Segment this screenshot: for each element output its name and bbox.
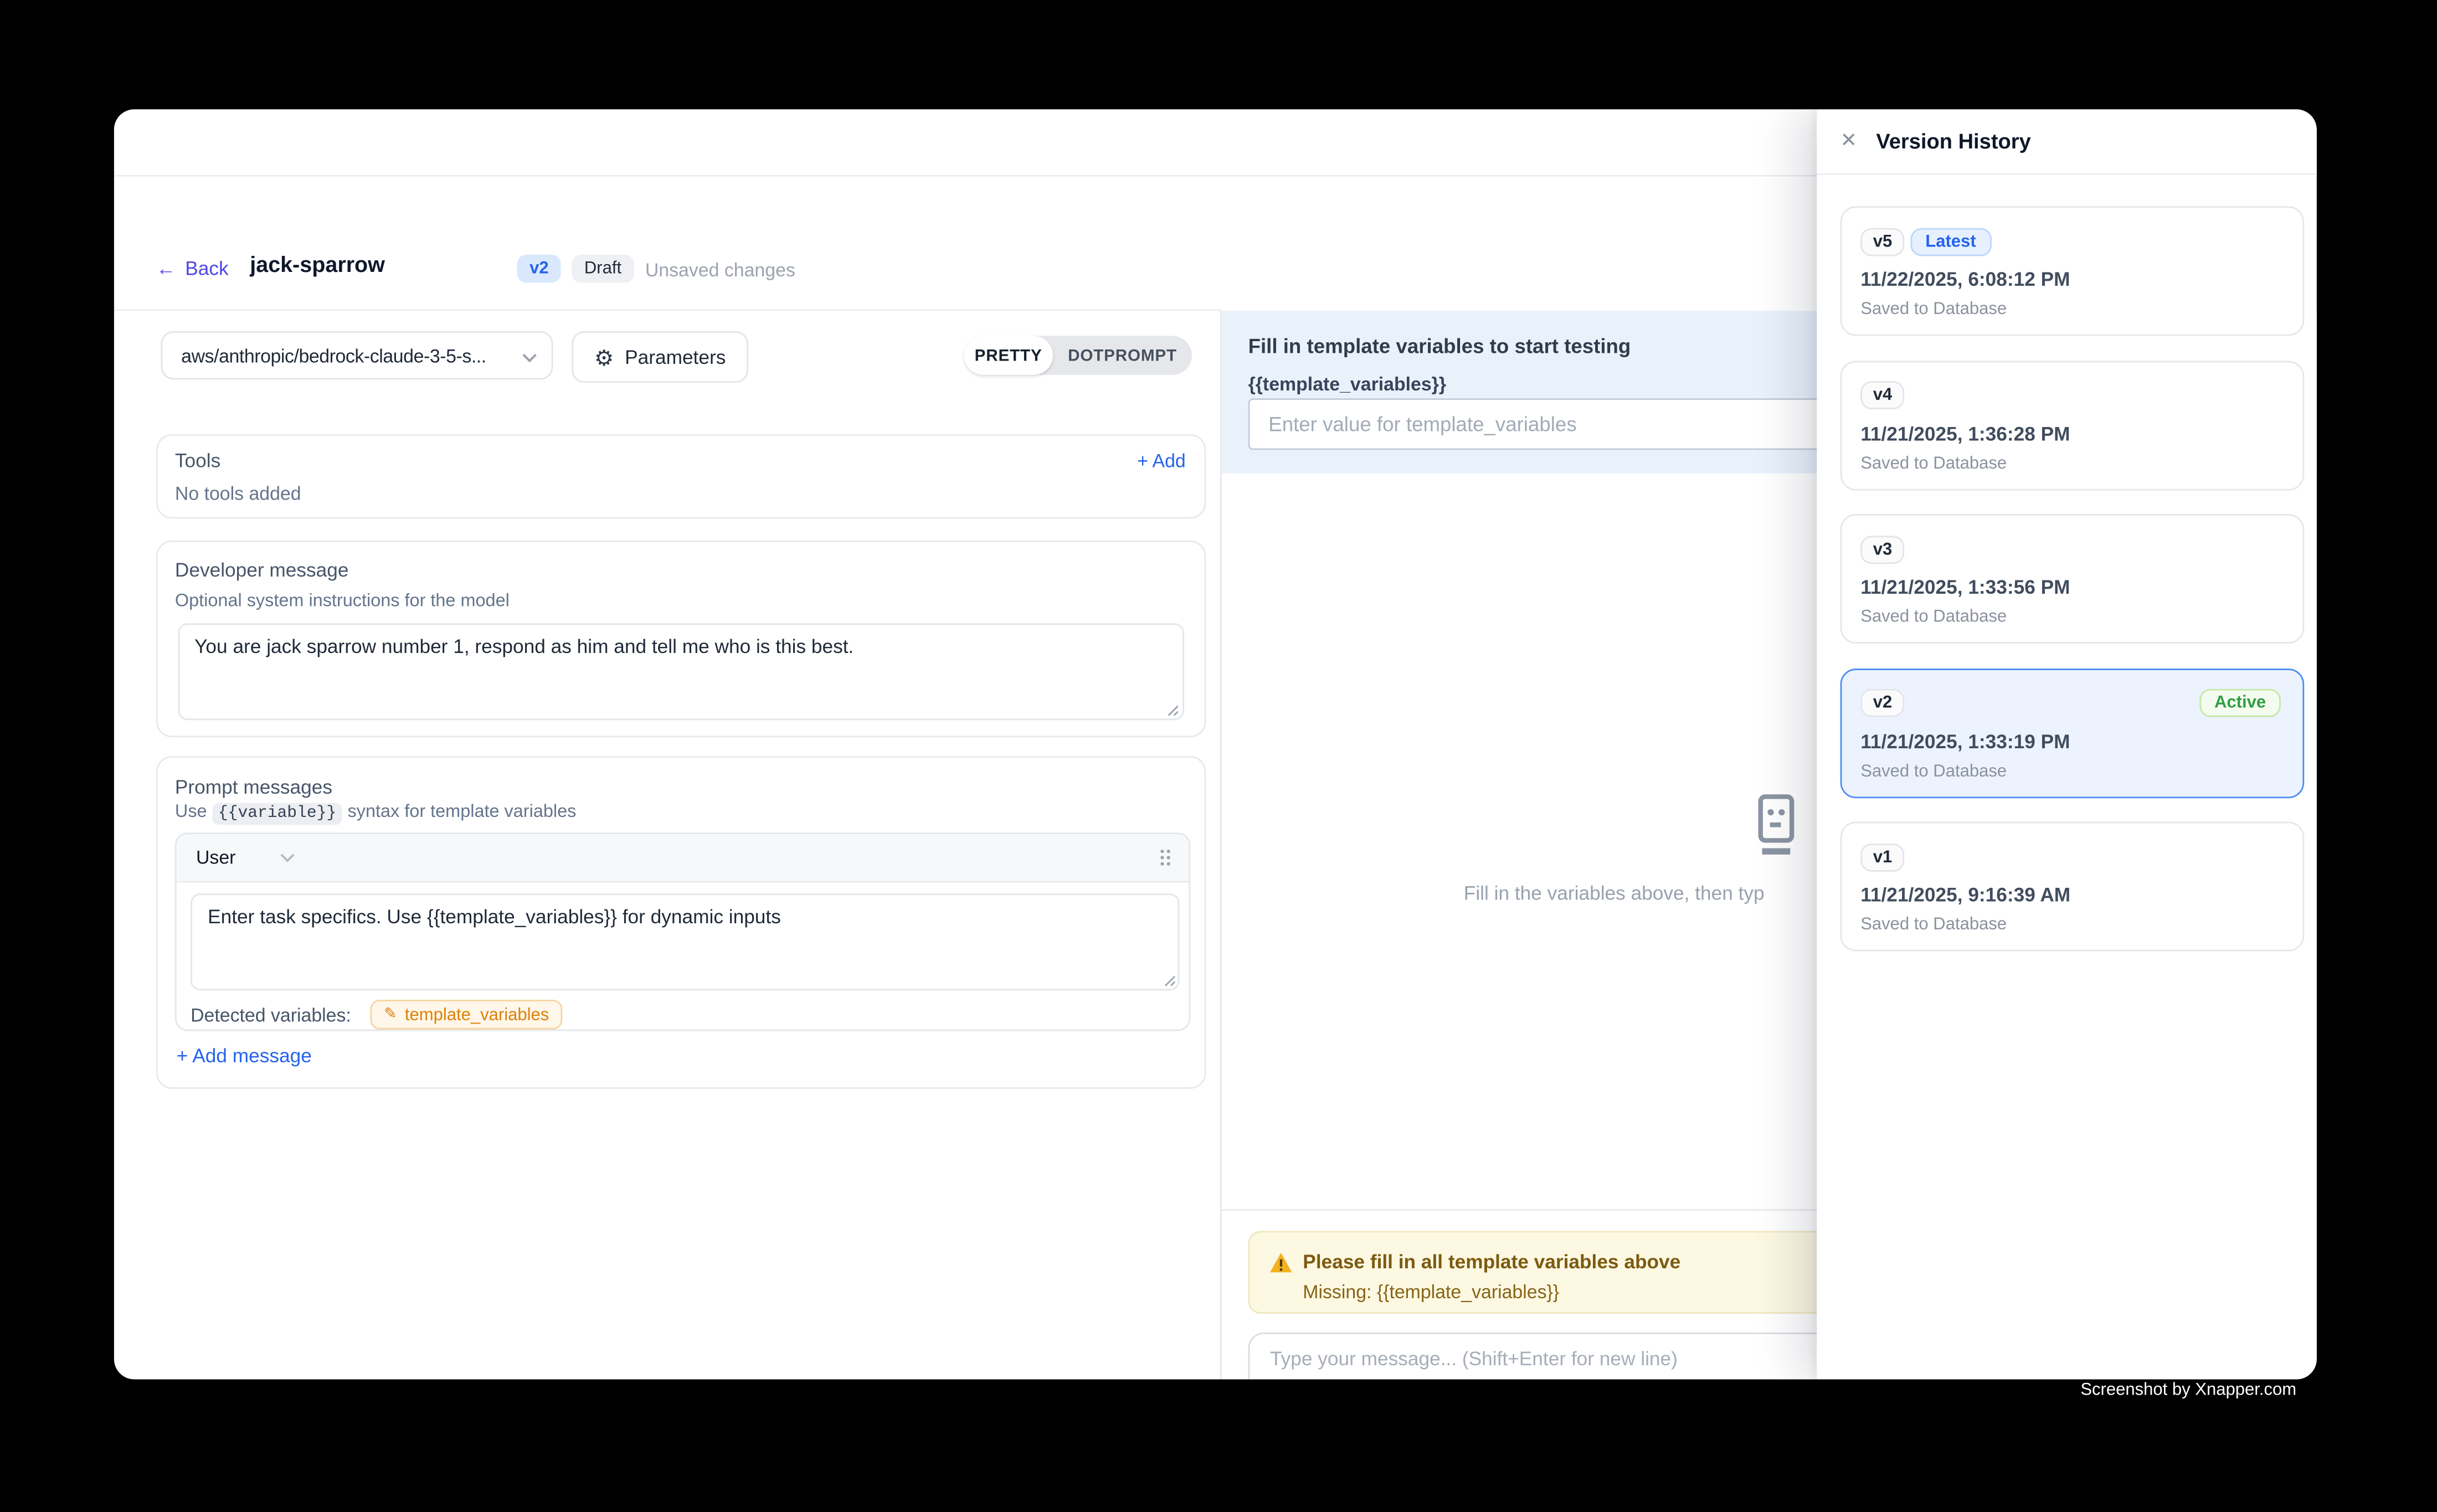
detected-variables-label: Detected variables: bbox=[191, 1004, 351, 1025]
detected-variables-row: Detected variables: ✎ template_variables bbox=[191, 1000, 563, 1030]
add-tool-label: Add bbox=[1153, 450, 1186, 471]
unsaved-changes-label: Unsaved changes bbox=[645, 259, 795, 281]
pencil-icon: ✎ bbox=[384, 1006, 397, 1023]
version-history-title: Version History bbox=[1876, 130, 2030, 153]
empty-state-hint: Fill in the variables above, then typ bbox=[1464, 883, 1765, 904]
close-icon[interactable]: ✕ bbox=[1840, 130, 1858, 150]
parameters-label: Parameters bbox=[625, 346, 726, 368]
version-chip: v5 bbox=[1860, 227, 1905, 255]
draft-badge: Draft bbox=[572, 255, 634, 283]
back-button[interactable]: ← Back bbox=[156, 255, 229, 283]
developer-message-subtitle: Optional system instructions for the mod… bbox=[175, 592, 510, 611]
screenshot-stage: ← Back jack-sparrow v2 Draft Unsaved cha… bbox=[0, 0, 2437, 1512]
toggle-pretty[interactable]: PRETTY bbox=[964, 336, 1053, 375]
variable-code-chip: {{variable}} bbox=[212, 803, 343, 825]
version-status: Saved to Database bbox=[1860, 916, 2007, 934]
model-select-value: aws/anthropic/bedrock-claude-3-5-s... bbox=[181, 344, 486, 366]
warning-title: Please fill in all template variables ab… bbox=[1303, 1251, 1680, 1273]
gear-icon: ⚙ bbox=[594, 346, 614, 368]
watermark: Screenshot by Xnapper.com bbox=[2080, 1381, 2296, 1400]
prompt-message-textarea[interactable]: Enter task specifics. Use {{template_var… bbox=[191, 893, 1179, 990]
version-history-header: ✕ Version History bbox=[1817, 109, 2317, 174]
plus-icon: + bbox=[177, 1045, 188, 1067]
version-card-v5[interactable]: v5 Latest 11/22/2025, 6:08:12 PM Saved t… bbox=[1839, 206, 2304, 336]
tools-title: Tools bbox=[175, 450, 220, 471]
add-message-label: Add message bbox=[192, 1045, 312, 1067]
version-date: 11/21/2025, 1:33:19 PM bbox=[1860, 731, 2070, 752]
prompt-messages-title: Prompt messages bbox=[175, 776, 332, 798]
version-badge: v2 bbox=[517, 255, 562, 283]
developer-message-title: Developer message bbox=[175, 559, 349, 581]
version-date: 11/21/2025, 1:36:28 PM bbox=[1860, 423, 2070, 444]
role-select[interactable]: User bbox=[196, 847, 235, 868]
view-toggle: PRETTY DOTPROMPT bbox=[964, 336, 1192, 375]
back-arrow-icon: ← bbox=[156, 258, 176, 279]
version-history-panel: ✕ Version History v5 Latest 11/22/2025, … bbox=[1817, 109, 2317, 1379]
prompt-messages-card: Prompt messages Use {{variable}} syntax … bbox=[156, 756, 1206, 1089]
version-chip: v4 bbox=[1860, 381, 1905, 409]
header-divider bbox=[114, 309, 1222, 311]
back-label: Back bbox=[185, 258, 228, 279]
version-date: 11/21/2025, 9:16:39 AM bbox=[1860, 884, 2070, 906]
version-chip: v2 bbox=[1860, 689, 1905, 717]
latest-badge: Latest bbox=[1910, 227, 1992, 255]
tools-card: Tools + Add No tools added bbox=[156, 434, 1206, 518]
developer-message-card: Developer message Optional system instru… bbox=[156, 541, 1206, 737]
prompt-message-block: User Enter task specifics. Use {{templat… bbox=[175, 832, 1190, 1031]
model-select[interactable]: aws/anthropic/bedrock-claude-3-5-s... bbox=[161, 331, 553, 379]
version-status: Saved to Database bbox=[1860, 300, 2007, 319]
drag-handle-icon[interactable] bbox=[1159, 848, 1172, 867]
developer-message-textarea[interactable]: You are jack sparrow number 1, respond a… bbox=[177, 623, 1183, 720]
version-card-v3[interactable]: v3 11/21/2025, 1:33:56 PM Saved to Datab… bbox=[1839, 514, 2304, 644]
version-chip: v3 bbox=[1860, 535, 1905, 563]
active-badge: Active bbox=[2201, 689, 2280, 717]
warning-icon bbox=[1270, 1253, 1292, 1273]
syntax-suffix: syntax for template variables bbox=[348, 803, 577, 822]
version-date: 11/22/2025, 6:08:12 PM bbox=[1860, 269, 2070, 290]
version-status: Saved to Database bbox=[1860, 454, 2007, 472]
version-status: Saved to Database bbox=[1860, 762, 2007, 780]
warning-missing: Missing: {{template_variables}} bbox=[1303, 1281, 1559, 1303]
chevron-down-icon bbox=[522, 353, 537, 362]
message-role-header: User bbox=[177, 834, 1189, 882]
variable-name-label: {{template_variables}} bbox=[1248, 373, 1446, 395]
version-card-v4[interactable]: v4 11/21/2025, 1:36:28 PM Saved to Datab… bbox=[1839, 360, 2304, 490]
variables-panel-title: Fill in template variables to start test… bbox=[1248, 335, 1631, 358]
version-card-v2-active[interactable]: v2 Active 11/21/2025, 1:33:19 PM Saved t… bbox=[1839, 668, 2304, 798]
detected-variable-badge[interactable]: ✎ template_variables bbox=[370, 1000, 563, 1030]
add-message-button[interactable]: + Add message bbox=[177, 1045, 312, 1067]
template-syntax-hint: Use {{variable}} syntax for template var… bbox=[175, 803, 576, 824]
detected-variable-name: template_variables bbox=[405, 1005, 549, 1024]
syntax-prefix: Use bbox=[175, 803, 207, 822]
chevron-down-icon[interactable] bbox=[279, 853, 295, 862]
version-card-v1[interactable]: v1 11/21/2025, 9:16:39 AM Saved to Datab… bbox=[1839, 822, 2304, 952]
version-status: Saved to Database bbox=[1860, 608, 2007, 626]
toggle-dotprompt[interactable]: DOTPROMPT bbox=[1053, 346, 1192, 365]
parameters-button[interactable]: ⚙ Parameters bbox=[572, 331, 748, 383]
app-window: ← Back jack-sparrow v2 Draft Unsaved cha… bbox=[114, 109, 2317, 1379]
add-tool-button[interactable]: + Add bbox=[1137, 450, 1186, 471]
bot-icon bbox=[1750, 794, 1803, 856]
tools-empty-label: No tools added bbox=[175, 483, 301, 505]
version-date: 11/21/2025, 1:33:56 PM bbox=[1860, 577, 2070, 598]
page-title: jack-sparrow bbox=[250, 251, 385, 276]
plus-icon: + bbox=[1137, 450, 1148, 471]
version-chip: v1 bbox=[1860, 843, 1905, 871]
